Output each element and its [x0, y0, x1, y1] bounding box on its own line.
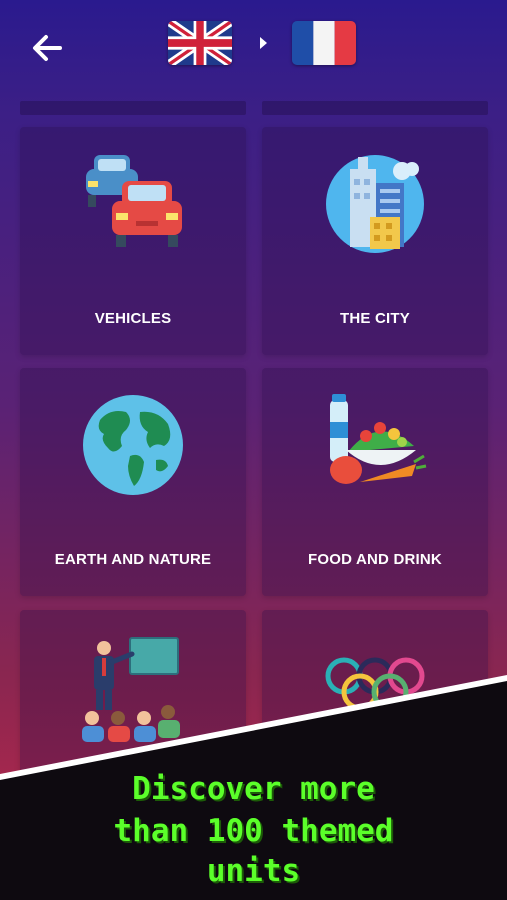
- previous-row-edge: [20, 101, 246, 115]
- globe-icon: [83, 395, 183, 495]
- category-label: EARTH AND NATURE: [54, 551, 212, 568]
- category-card-the-city[interactable]: THE CITY: [262, 127, 488, 355]
- caret-right-icon: [260, 37, 267, 49]
- category-card-vehicles[interactable]: VEHICLES: [20, 127, 246, 355]
- olympic-rings-icon: [325, 657, 425, 711]
- category-card-food-and-drink[interactable]: FOOD AND DRINK: [262, 368, 488, 596]
- france-flag[interactable]: [292, 21, 356, 65]
- category-label: VEHICLES: [94, 310, 172, 327]
- previous-row-edge: [262, 101, 488, 115]
- cars-icon: [86, 155, 182, 247]
- arrow-left-icon[interactable]: [26, 26, 70, 70]
- promo-line-3: units: [206, 853, 301, 889]
- category-card-earth-and-nature[interactable]: EARTH AND NATURE: [20, 368, 246, 596]
- united-kingdom-flag[interactable]: [168, 21, 232, 65]
- classroom-icon: [82, 637, 180, 742]
- promo-line-2: than 100 themed: [113, 813, 394, 849]
- promo-line-1: Discover more: [132, 771, 375, 807]
- category-label: THE CITY: [340, 310, 410, 327]
- top-bar: [0, 0, 507, 100]
- food-icon: [330, 394, 427, 484]
- city-icon: [326, 155, 424, 253]
- category-label: FOOD AND DRINK: [308, 551, 442, 568]
